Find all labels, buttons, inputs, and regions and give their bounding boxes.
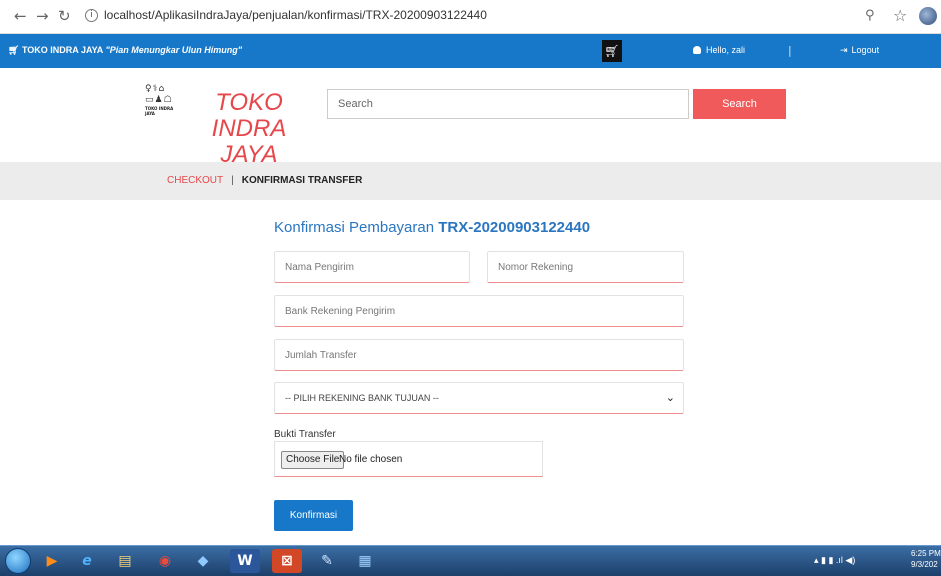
arrow-left-icon[interactable]: ← xyxy=(14,8,27,24)
store-logo-image[interactable]: ♀⚕⌂ ▭♟☖ TOKO INDRA JAYA xyxy=(145,84,179,120)
title-prefix: Konfirmasi Pembayaran xyxy=(274,219,435,236)
brand[interactable]: 🛒︎ TOKO INDRA JAYA "Pian Menungkar Ulun … xyxy=(8,45,242,56)
search-input[interactable] xyxy=(327,89,689,119)
info-icon[interactable]: i xyxy=(85,9,98,22)
file-explorer-icon[interactable]: ▤ xyxy=(110,549,140,573)
cart-icon: 🛒︎ xyxy=(604,44,620,58)
top-navbar: 🛒︎ TOKO INDRA JAYA "Pian Menungkar Ulun … xyxy=(0,34,941,68)
internet-explorer-icon[interactable]: e xyxy=(72,549,102,573)
start-button[interactable] xyxy=(5,548,31,574)
logo-glyphs: ♀⚕⌂ ▭♟☖ xyxy=(145,84,173,105)
paint-icon[interactable]: ✎ xyxy=(312,549,342,573)
logout-link[interactable]: ⇥ Logout xyxy=(840,45,879,56)
word-icon[interactable]: W xyxy=(230,549,260,573)
breadcrumb-konfirmasi: KONFIRMASI TRANSFER xyxy=(241,175,363,186)
greeting-text: Hello, zali xyxy=(706,45,746,55)
store-logo-title[interactable]: TOKO INDRA JAYA xyxy=(184,90,314,168)
clock-time: 6:25 PM xyxy=(911,549,941,558)
chevron-down-icon: ⌄ xyxy=(665,391,675,404)
user-greeting[interactable]: Hello, zali xyxy=(693,45,745,55)
system-tray[interactable]: ▴ ▮ ▮ .ıl ◀) xyxy=(814,555,855,566)
bukti-transfer-file-input[interactable]: Choose File No file chosen xyxy=(274,441,543,477)
breadcrumb-checkout[interactable]: CHECKOUT xyxy=(167,175,223,186)
topbar-separator: | xyxy=(788,44,792,57)
arrow-right-icon[interactable]: → xyxy=(36,8,49,24)
logo-small-text: TOKO INDRA JAYA xyxy=(145,106,174,116)
chrome-icon[interactable]: ◉ xyxy=(150,549,180,573)
cart-button[interactable]: 🛒︎ xyxy=(602,40,622,62)
profile-avatar[interactable] xyxy=(919,7,937,25)
brand-tagline: "Pian Menungkar Ulun Himung" xyxy=(105,45,243,55)
reload-icon[interactable]: ↻ xyxy=(58,8,71,24)
breadcrumb: CHECKOUT | KONFIRMASI TRANSFER xyxy=(167,175,362,186)
bank-pengirim-field[interactable] xyxy=(274,295,684,327)
clock-date: 9/3/202 xyxy=(911,560,938,569)
bookmark-star-icon[interactable]: ☆ xyxy=(893,6,907,25)
media-player-icon[interactable]: ▶ xyxy=(37,549,67,573)
browser-toolbar: ← → ↻ i localhost/AplikasiIndraJaya/penj… xyxy=(0,0,941,34)
app-icon[interactable]: ▦ xyxy=(350,549,380,573)
windows-taskbar: ▶ e ▤ ◉ ◆ W ⊠ ✎ ▦ ▴ ▮ ▮ .ıl ◀) 6:25 PM 9… xyxy=(0,545,941,576)
bank-tujuan-select[interactable]: -- PILIH REKENING BANK TUJUAN -- ⌄ xyxy=(274,382,684,414)
clock[interactable]: 6:25 PM 9/3/202 xyxy=(911,548,941,570)
address-bar[interactable]: localhost/AplikasiIndraJaya/penjualan/ko… xyxy=(104,8,487,22)
nomor-rekening-field[interactable] xyxy=(487,251,684,283)
file-status: No file chosen xyxy=(339,454,403,465)
windows-explorer-icon[interactable]: ◆ xyxy=(188,549,218,573)
bukti-transfer-label: Bukti Transfer xyxy=(274,429,336,440)
jumlah-transfer-field[interactable] xyxy=(274,339,684,371)
breadcrumb-bar: CHECKOUT | KONFIRMASI TRANSFER xyxy=(0,162,941,200)
transaction-id: TRX-20200903122440 xyxy=(438,219,591,236)
nama-pengirim-field[interactable] xyxy=(274,251,470,283)
cart-icon: 🛒︎ xyxy=(8,45,20,55)
brand-name: TOKO INDRA JAYA xyxy=(21,45,103,55)
zoom-icon[interactable]: ⚲ xyxy=(865,8,875,23)
logout-label: Logout xyxy=(851,45,880,55)
choose-file-button[interactable]: Choose File xyxy=(281,451,345,469)
breadcrumb-separator: | xyxy=(231,175,234,186)
bank-tujuan-selected: -- PILIH REKENING BANK TUJUAN -- xyxy=(285,393,439,403)
konfirmasi-button[interactable]: Konfirmasi xyxy=(274,500,353,531)
page-title: Konfirmasi Pembayaran TRX-20200903122440 xyxy=(274,219,590,236)
xampp-icon[interactable]: ⊠ xyxy=(272,549,302,573)
search-button[interactable]: Search xyxy=(693,89,786,119)
user-icon xyxy=(693,46,701,54)
logout-icon: ⇥ xyxy=(840,45,848,55)
